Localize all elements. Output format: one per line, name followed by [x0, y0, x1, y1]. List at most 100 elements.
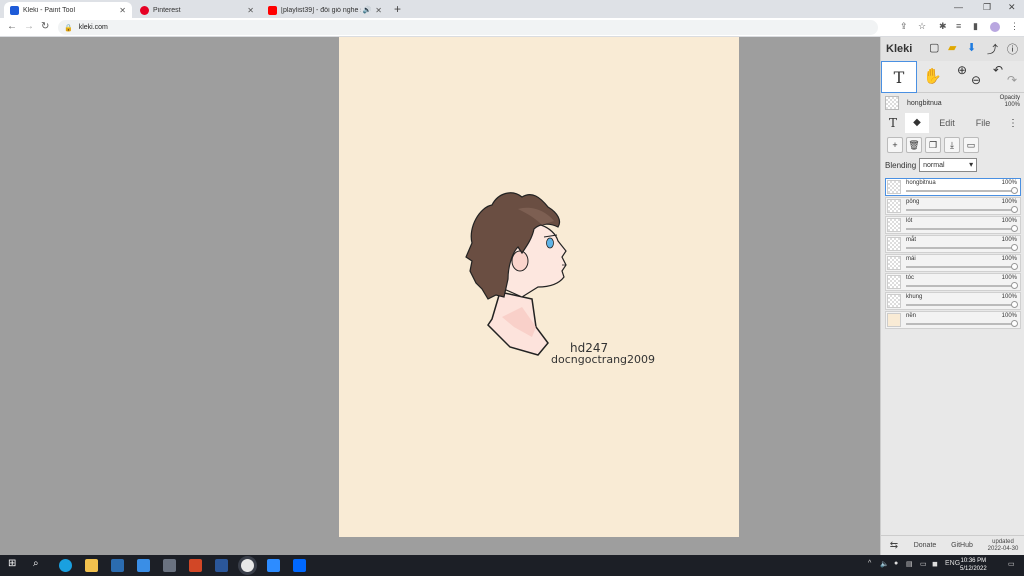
audio-playing-icon[interactable]: 🔊: [363, 6, 372, 14]
powerpoint-icon[interactable]: [189, 559, 202, 572]
close-tab-icon[interactable]: ✕: [247, 6, 254, 15]
slider-knob[interactable]: [1011, 320, 1018, 327]
back-icon[interactable]: ←: [7, 21, 17, 32]
slider-knob[interactable]: [1011, 187, 1018, 194]
tray-app-icon[interactable]: ◼: [932, 560, 938, 568]
tab-kleki[interactable]: Kleki - Paint Tool ✕: [4, 2, 132, 18]
rename-layer-icon[interactable]: ▭: [963, 137, 979, 153]
more-menu-icon[interactable]: ⋮: [1001, 118, 1024, 129]
tab-youtube[interactable]: [playlist39] - đổi gió nghe sự 🔊 ✕: [262, 2, 388, 18]
layer-row[interactable]: lót 100%: [885, 216, 1021, 234]
file-explorer-icon[interactable]: [85, 559, 98, 572]
url-input[interactable]: 🔒 kleki.com: [58, 20, 878, 35]
kleki-side-panel: Kleki ▢ ▰ ⬇ ⤴ ⓘ T ✋ ⊕ ⊖ ↶ ↷ hongbitnua O…: [880, 37, 1024, 555]
new-tab-button[interactable]: +: [394, 2, 401, 16]
share-icon[interactable]: ⇪: [900, 21, 908, 32]
slider-knob[interactable]: [1011, 206, 1018, 213]
layer-row[interactable]: nền 100%: [885, 311, 1021, 329]
text-tool-button[interactable]: T: [881, 61, 917, 93]
battery-icon[interactable]: ▭: [920, 560, 927, 568]
hand-tool-icon[interactable]: ✋: [923, 67, 942, 85]
layer-opacity-slider[interactable]: [906, 266, 1016, 268]
store-icon[interactable]: [111, 559, 124, 572]
zalo-icon[interactable]: [293, 559, 306, 572]
zoom-out-icon[interactable]: ⊖: [971, 73, 981, 87]
volume-icon[interactable]: 🔈: [880, 560, 889, 568]
help-icon[interactable]: ⓘ: [1007, 41, 1018, 57]
edge-icon[interactable]: [59, 559, 72, 572]
chrome-icon[interactable]: [241, 559, 254, 572]
network-icon[interactable]: ▤: [906, 560, 913, 568]
tab-file[interactable]: File: [965, 118, 1001, 128]
search-icon[interactable]: ⌕: [33, 558, 46, 571]
layer-row[interactable]: pông 100%: [885, 197, 1021, 215]
zoom-in-icon[interactable]: ⊕: [957, 63, 967, 77]
slider-knob[interactable]: [1011, 263, 1018, 270]
bookmark-star-icon[interactable]: ☆: [918, 21, 926, 32]
new-image-icon[interactable]: ▢: [929, 41, 939, 54]
delete-layer-icon[interactable]: 🗑: [906, 137, 922, 153]
menu-kebab-icon[interactable]: ⋮: [1010, 21, 1019, 32]
notifications-icon[interactable]: ▭: [1008, 560, 1015, 568]
kleki-favicon-icon: [10, 5, 19, 15]
donate-link[interactable]: Donate: [907, 542, 943, 549]
zoom-app-icon[interactable]: [267, 559, 280, 572]
redo-icon[interactable]: ↷: [1007, 73, 1017, 87]
layers-tab-icon[interactable]: ◆: [905, 113, 929, 133]
download-icon[interactable]: ⬇: [967, 41, 976, 54]
media-icon[interactable]: ≡: [956, 21, 961, 31]
word-icon[interactable]: [215, 559, 228, 572]
tab-edit[interactable]: Edit: [929, 118, 965, 128]
layer-opacity-slider[interactable]: [906, 190, 1016, 192]
text-settings-tab[interactable]: T: [881, 116, 905, 130]
slider-knob[interactable]: [1011, 244, 1018, 251]
layer-row[interactable]: mái 100%: [885, 254, 1021, 272]
slider-knob[interactable]: [1011, 301, 1018, 308]
layer-name: lót: [906, 218, 913, 224]
reload-icon[interactable]: ↻: [41, 21, 49, 32]
layer-opacity-slider[interactable]: [906, 323, 1016, 325]
share-icon[interactable]: ⤴: [987, 41, 998, 57]
clock[interactable]: 10:36 PM 5/12/2022: [960, 557, 987, 573]
tray-expand-icon[interactable]: ^: [868, 560, 871, 567]
add-layer-icon[interactable]: +: [887, 137, 903, 153]
extensions-icon[interactable]: ✱: [939, 21, 947, 32]
layer-opacity-slider[interactable]: [906, 304, 1016, 306]
windows-start-icon[interactable]: ⊞: [8, 558, 21, 571]
camera-icon[interactable]: [163, 559, 176, 572]
close-tab-icon[interactable]: ✕: [119, 6, 126, 15]
open-folder-icon[interactable]: ▰: [948, 41, 956, 54]
blending-select[interactable]: normal: [919, 158, 978, 172]
undo-icon[interactable]: ↶: [993, 63, 1003, 77]
language-indicator[interactable]: ENG: [945, 560, 960, 567]
github-link[interactable]: GitHub: [943, 542, 981, 549]
mic-icon[interactable]: ●: [894, 560, 898, 567]
layer-opacity: 100%: [1001, 313, 1017, 319]
close-window-icon[interactable]: ✕: [1008, 2, 1016, 13]
layer-opacity-slider[interactable]: [906, 209, 1016, 211]
slider-knob[interactable]: [1011, 225, 1018, 232]
layer-row[interactable]: khung 100%: [885, 292, 1021, 310]
duplicate-layer-icon[interactable]: ❐: [925, 137, 941, 153]
profile-avatar[interactable]: [990, 22, 1000, 32]
layer-opacity-slider[interactable]: [906, 247, 1016, 249]
layer-row[interactable]: hongbitnua 100%: [885, 178, 1021, 196]
address-bar-row: ← → ↻ 🔒 kleki.com ⇪ ☆ ✱ ≡ ▮ ⋮: [0, 18, 1024, 37]
mail-icon[interactable]: [137, 559, 150, 572]
sidepanel-icon[interactable]: ▮: [973, 21, 978, 32]
swap-side-icon[interactable]: ⇆: [881, 540, 907, 551]
canvas-workspace[interactable]: [0, 37, 880, 555]
layer-row[interactable]: mắt 100%: [885, 235, 1021, 253]
tab-pinterest[interactable]: Pinterest ✕: [134, 2, 260, 18]
layer-opacity-slider[interactable]: [906, 228, 1016, 230]
current-layer-name: hongbitnua: [907, 99, 942, 107]
forward-icon[interactable]: →: [24, 21, 34, 32]
minimize-icon[interactable]: —: [954, 2, 963, 12]
slider-knob[interactable]: [1011, 282, 1018, 289]
layer-actions: + 🗑 ❐ ⤓ ▭: [887, 137, 979, 153]
layer-opacity-slider[interactable]: [906, 285, 1016, 287]
layer-row[interactable]: tóc 100%: [885, 273, 1021, 291]
close-tab-icon[interactable]: ✕: [375, 6, 382, 15]
merge-down-icon[interactable]: ⤓: [944, 137, 960, 153]
restore-icon[interactable]: ❐: [983, 2, 991, 13]
